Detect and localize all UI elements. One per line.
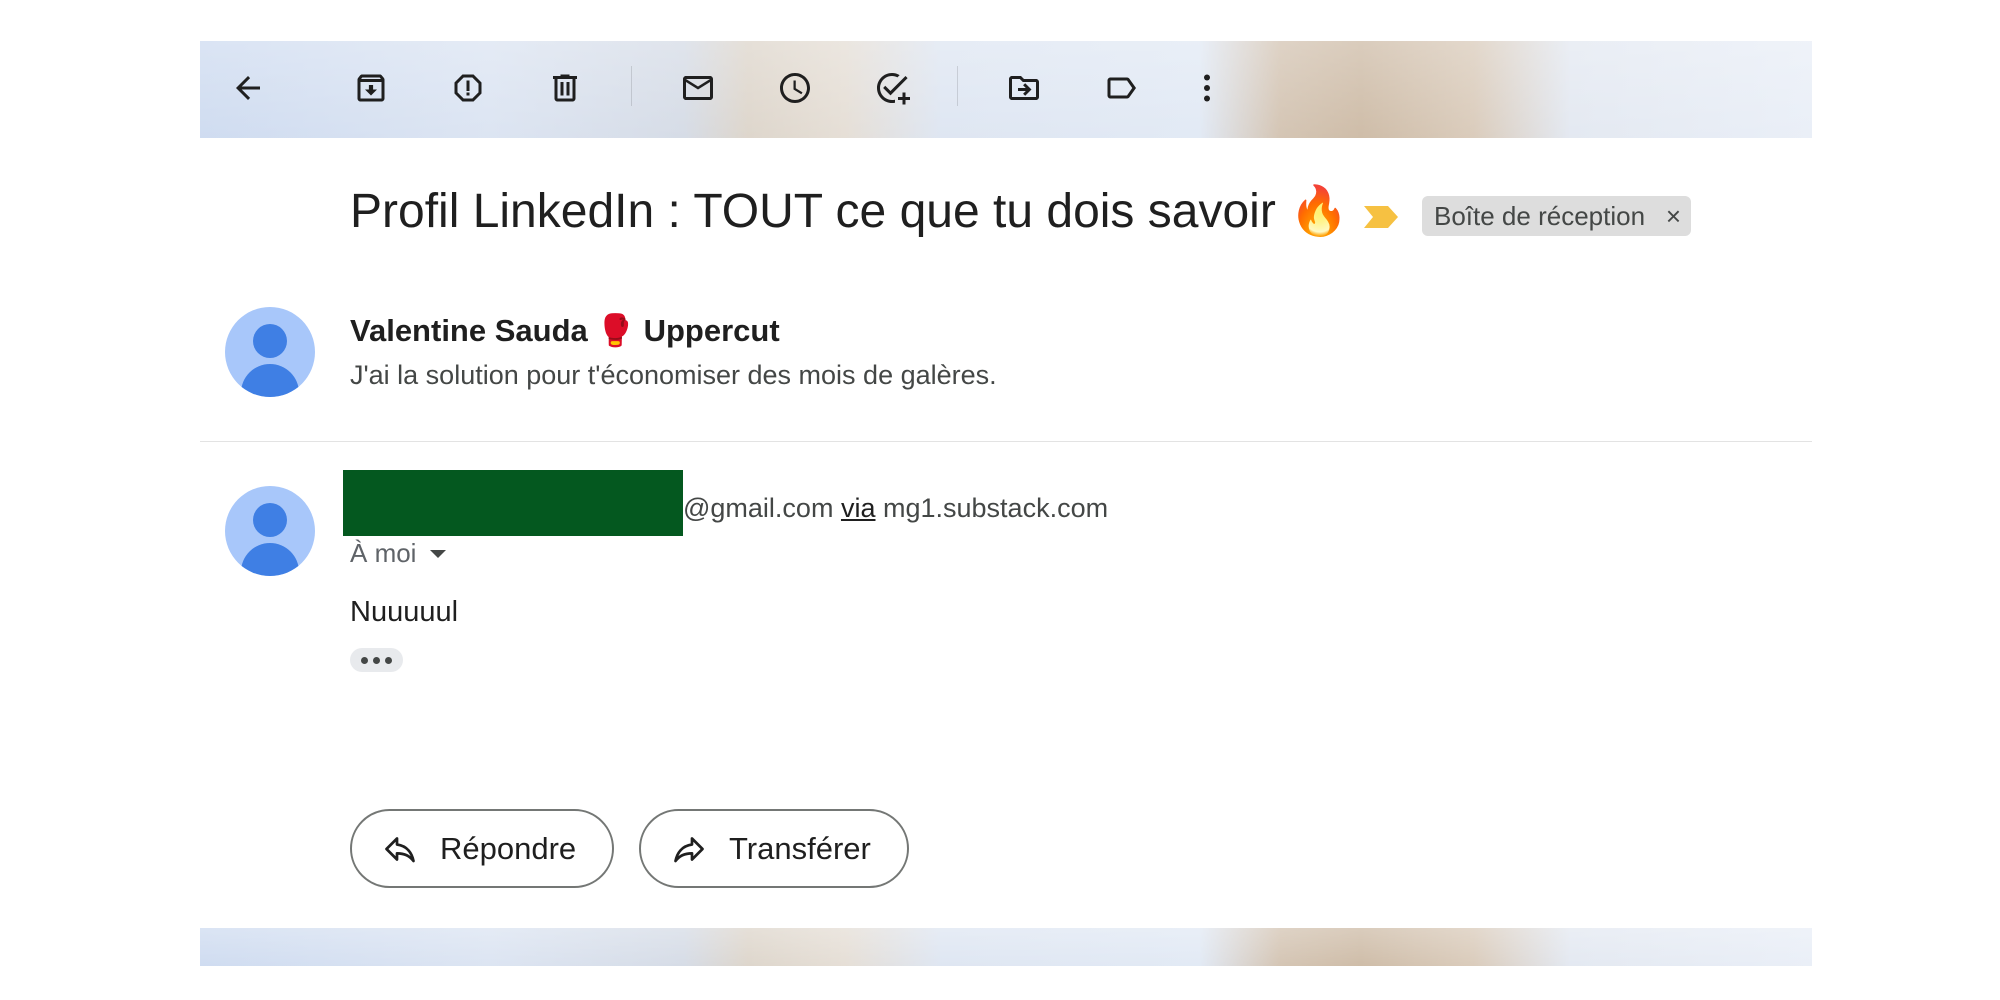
- add-task-button[interactable]: [868, 64, 916, 112]
- dot-icon: [373, 656, 380, 664]
- more-vert-icon: [1204, 74, 1210, 102]
- chevron-down-icon: [430, 549, 447, 558]
- forward-button[interactable]: Transférer: [639, 809, 909, 888]
- show-trimmed-content-button[interactable]: [350, 648, 403, 672]
- delete-button[interactable]: [541, 64, 589, 112]
- message-body: Nuuuuul: [350, 596, 459, 628]
- recipient-details-toggle[interactable]: À moi: [350, 538, 447, 569]
- avatar-head: [253, 324, 287, 358]
- recipient-text: À moi: [350, 538, 417, 568]
- back-arrow-icon: [236, 76, 260, 100]
- inbox-label-chip: Boîte de réception ×: [1422, 196, 1692, 236]
- label-icon: [1107, 77, 1136, 99]
- forward-icon: [674, 836, 704, 862]
- move-to-icon: [1009, 76, 1039, 100]
- reply-label: Répondre: [440, 830, 577, 866]
- email-subject: Profil LinkedIn : TOUT ce que tu dois sa…: [350, 185, 1349, 238]
- avatar: [225, 486, 315, 576]
- back-button[interactable]: [224, 64, 272, 112]
- mark-unread-icon: [683, 76, 713, 100]
- add-task-icon: [877, 73, 910, 105]
- move-to-button[interactable]: [1000, 64, 1048, 112]
- sender-name[interactable]: Valentine Sauda 🥊 Uppercut: [350, 312, 780, 349]
- toolbar-separator: [631, 66, 632, 106]
- label-button[interactable]: [1097, 64, 1145, 112]
- report-spam-button[interactable]: [444, 64, 492, 112]
- via-link[interactable]: via: [841, 493, 876, 523]
- archive-button[interactable]: [347, 64, 395, 112]
- sender-domain: @gmail.com: [683, 493, 834, 523]
- report-spam-icon: [454, 74, 482, 102]
- avatar-body: [241, 364, 299, 397]
- dot-icon: [385, 656, 392, 664]
- remove-label-button[interactable]: ×: [1666, 196, 1681, 236]
- forward-label: Transférer: [729, 830, 871, 866]
- reply-button[interactable]: Répondre: [350, 809, 615, 888]
- inbox-label-text: Boîte de réception: [1434, 201, 1646, 231]
- avatar-body: [241, 543, 299, 576]
- avatar: [225, 307, 315, 397]
- snooze-icon: [780, 73, 810, 103]
- snooze-button[interactable]: [771, 64, 819, 112]
- via-domain: mg1.substack.com: [883, 493, 1109, 523]
- sender-address: @gmail.com via mg1.substack.com: [683, 493, 1108, 524]
- redacted-sender-name: [343, 470, 683, 536]
- more-options-button[interactable]: [1183, 64, 1231, 112]
- delete-icon: [553, 74, 577, 102]
- mark-unread-button[interactable]: [674, 64, 722, 112]
- importance-marker-icon[interactable]: [1362, 204, 1400, 230]
- message-divider: [200, 441, 1812, 442]
- dot-icon: [361, 656, 368, 664]
- footer-background: [200, 928, 1812, 966]
- archive-icon: [357, 74, 385, 102]
- avatar-head: [253, 503, 287, 537]
- toolbar-separator: [957, 66, 958, 106]
- reply-icon: [385, 836, 415, 862]
- message-snippet[interactable]: J'ai la solution pour t'économiser des m…: [350, 360, 997, 391]
